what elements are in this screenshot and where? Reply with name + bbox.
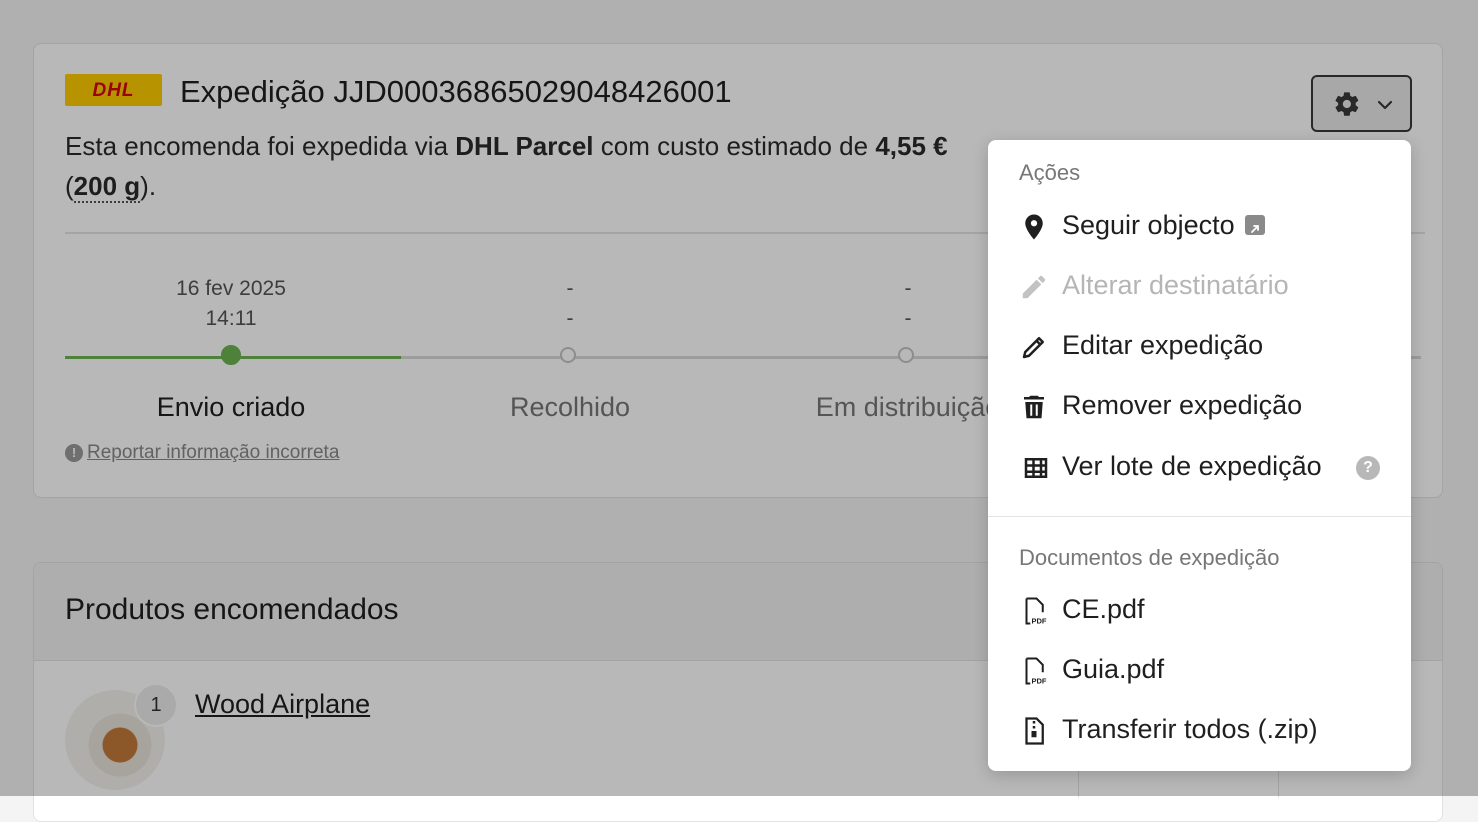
map-pin-icon [1025,214,1043,240]
pencil-icon [1022,337,1044,359]
menu-section-documents: Documentos de expedição [1019,545,1280,570]
menu-item-alterar-destinatario: Alterar destinatário [988,256,1411,316]
zip-file-icon [1025,717,1044,745]
menu-item-ver-lote-de-expedicao[interactable]: Ver lote de expedição ? [1006,436,1395,499]
help-icon[interactable]: ? [1356,456,1380,480]
menu-divider [988,516,1411,517]
pdf-file-icon: PDF [1025,657,1047,686]
menu-item-transferir-todos[interactable]: Transferir todos (.zip) [988,700,1411,760]
svg-text:PDF: PDF [1032,677,1047,686]
menu-item-guia-pdf[interactable]: PDF Guia.pdf [988,640,1411,700]
pencil-icon [1022,275,1046,299]
menu-item-seguir-objecto[interactable]: Seguir objecto [988,196,1411,256]
menu-item-ce-pdf[interactable]: PDF CE.pdf [988,580,1411,640]
svg-text:PDF: PDF [1032,617,1047,626]
menu-section-actions: Ações [1019,160,1081,185]
menu-item-editar-expedicao[interactable]: Editar expedição [988,316,1411,376]
pdf-file-icon: PDF [1025,597,1047,626]
trash-icon [1024,395,1044,419]
menu-item-remover-expedicao[interactable]: Remover expedição [988,376,1411,436]
external-link-icon [1244,214,1265,235]
table-icon [1024,458,1048,478]
